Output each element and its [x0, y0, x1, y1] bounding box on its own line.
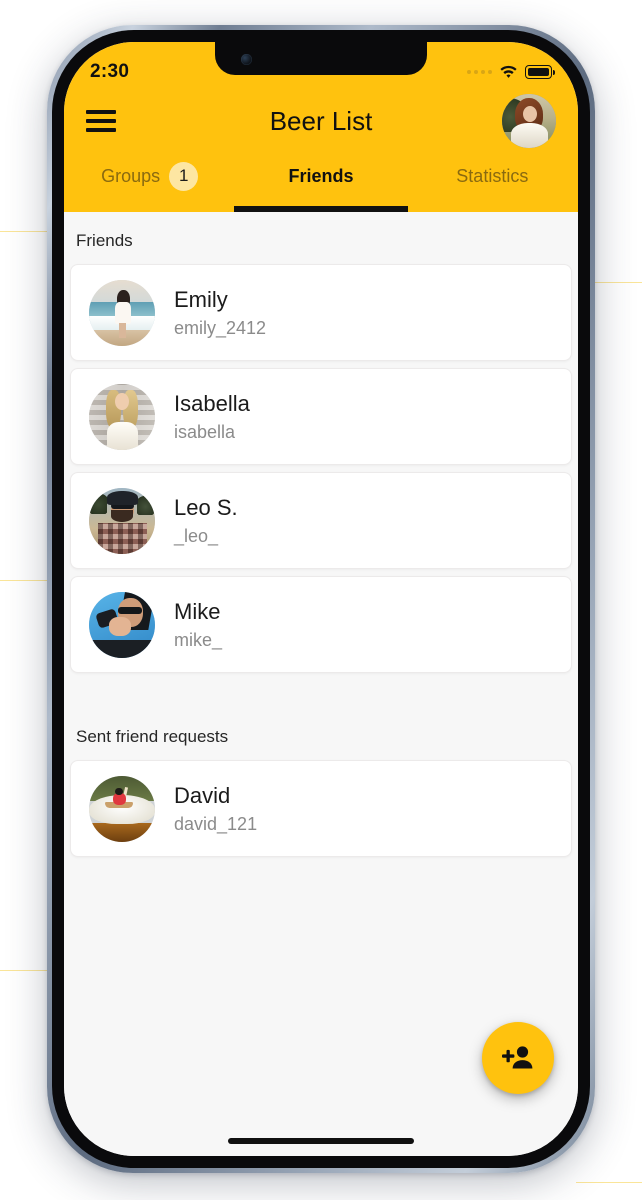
friend-name: David	[174, 782, 231, 808]
phone-device-frame: 2:30 Beer List Groups 1 Friends Statisti…	[47, 25, 595, 1173]
alignment-guide	[576, 1182, 642, 1183]
list-item-text: Isabella isabella	[174, 391, 250, 443]
tab-groups[interactable]: Groups 1	[64, 154, 235, 212]
active-tab-indicator	[233, 206, 408, 212]
section-heading-sent-requests: Sent friend requests	[76, 727, 229, 746]
friend-name: Leo S.	[174, 494, 238, 520]
friend-handle: isabella	[174, 421, 236, 442]
emily-avatar	[89, 279, 155, 346]
front-camera-icon	[241, 54, 252, 65]
list-item-text: David david_121	[174, 783, 257, 835]
page-title: Beer List	[269, 105, 373, 136]
home-indicator	[228, 1138, 414, 1144]
tab-statistics-label: Statistics	[456, 165, 529, 186]
friend-name: Isabella	[174, 390, 250, 416]
cellular-dots-icon	[467, 70, 492, 74]
list-item-text: Emily emily_2412	[174, 287, 266, 339]
list-item[interactable]: David david_121	[70, 760, 572, 857]
screenshot-stage: 2:30 Beer List Groups 1 Friends Statisti…	[0, 0, 642, 1200]
mike-avatar	[89, 591, 155, 658]
person-add-icon	[502, 1046, 533, 1069]
notch	[215, 42, 427, 75]
tab-statistics[interactable]: Statistics	[407, 154, 578, 212]
hamburger-menu-icon[interactable]	[86, 110, 116, 132]
isabella-avatar	[89, 383, 155, 450]
status-bar-indicators	[467, 65, 555, 79]
friend-name: Mike	[174, 598, 221, 624]
add-friend-button[interactable]	[482, 1022, 554, 1094]
tab-groups-label: Groups	[101, 165, 161, 186]
list-item-text: Mike mike_	[174, 599, 222, 651]
wifi-icon	[499, 65, 518, 79]
tab-groups-badge: 1	[169, 161, 199, 191]
tab-friends-label: Friends	[288, 165, 354, 186]
phone-bezel: 2:30 Beer List Groups 1 Friends Statisti…	[52, 30, 590, 1168]
friend-handle: mike_	[174, 629, 223, 650]
list-item[interactable]: Leo S. _leo_	[70, 472, 572, 569]
title-bar: Beer List	[64, 88, 578, 154]
tab-bar: Groups 1 Friends Statistics	[64, 154, 578, 212]
list-item[interactable]: Emily emily_2412	[70, 264, 572, 361]
phone-screen: 2:30 Beer List Groups 1 Friends Statisti…	[64, 42, 578, 1156]
friend-name: Emily	[174, 286, 228, 312]
user-profile-avatar[interactable]	[502, 94, 556, 148]
friend-handle: emily_2412	[174, 317, 267, 338]
list-item[interactable]: Mike mike_	[70, 576, 572, 673]
friends-list-body[interactable]: Friends Emily emily_2412 Isabella isabel…	[64, 212, 578, 1156]
list-item-text: Leo S. _leo_	[174, 495, 238, 547]
section-heading-friends: Friends	[76, 231, 133, 250]
tab-friends[interactable]: Friends	[233, 154, 408, 212]
battery-full-icon	[525, 65, 555, 79]
list-item[interactable]: Isabella isabella	[70, 368, 572, 465]
leo-avatar	[89, 487, 155, 554]
friend-handle: david_121	[174, 813, 258, 834]
david-avatar	[89, 775, 155, 842]
friend-handle: _leo_	[174, 525, 219, 546]
status-bar-clock: 2:30	[90, 61, 130, 82]
